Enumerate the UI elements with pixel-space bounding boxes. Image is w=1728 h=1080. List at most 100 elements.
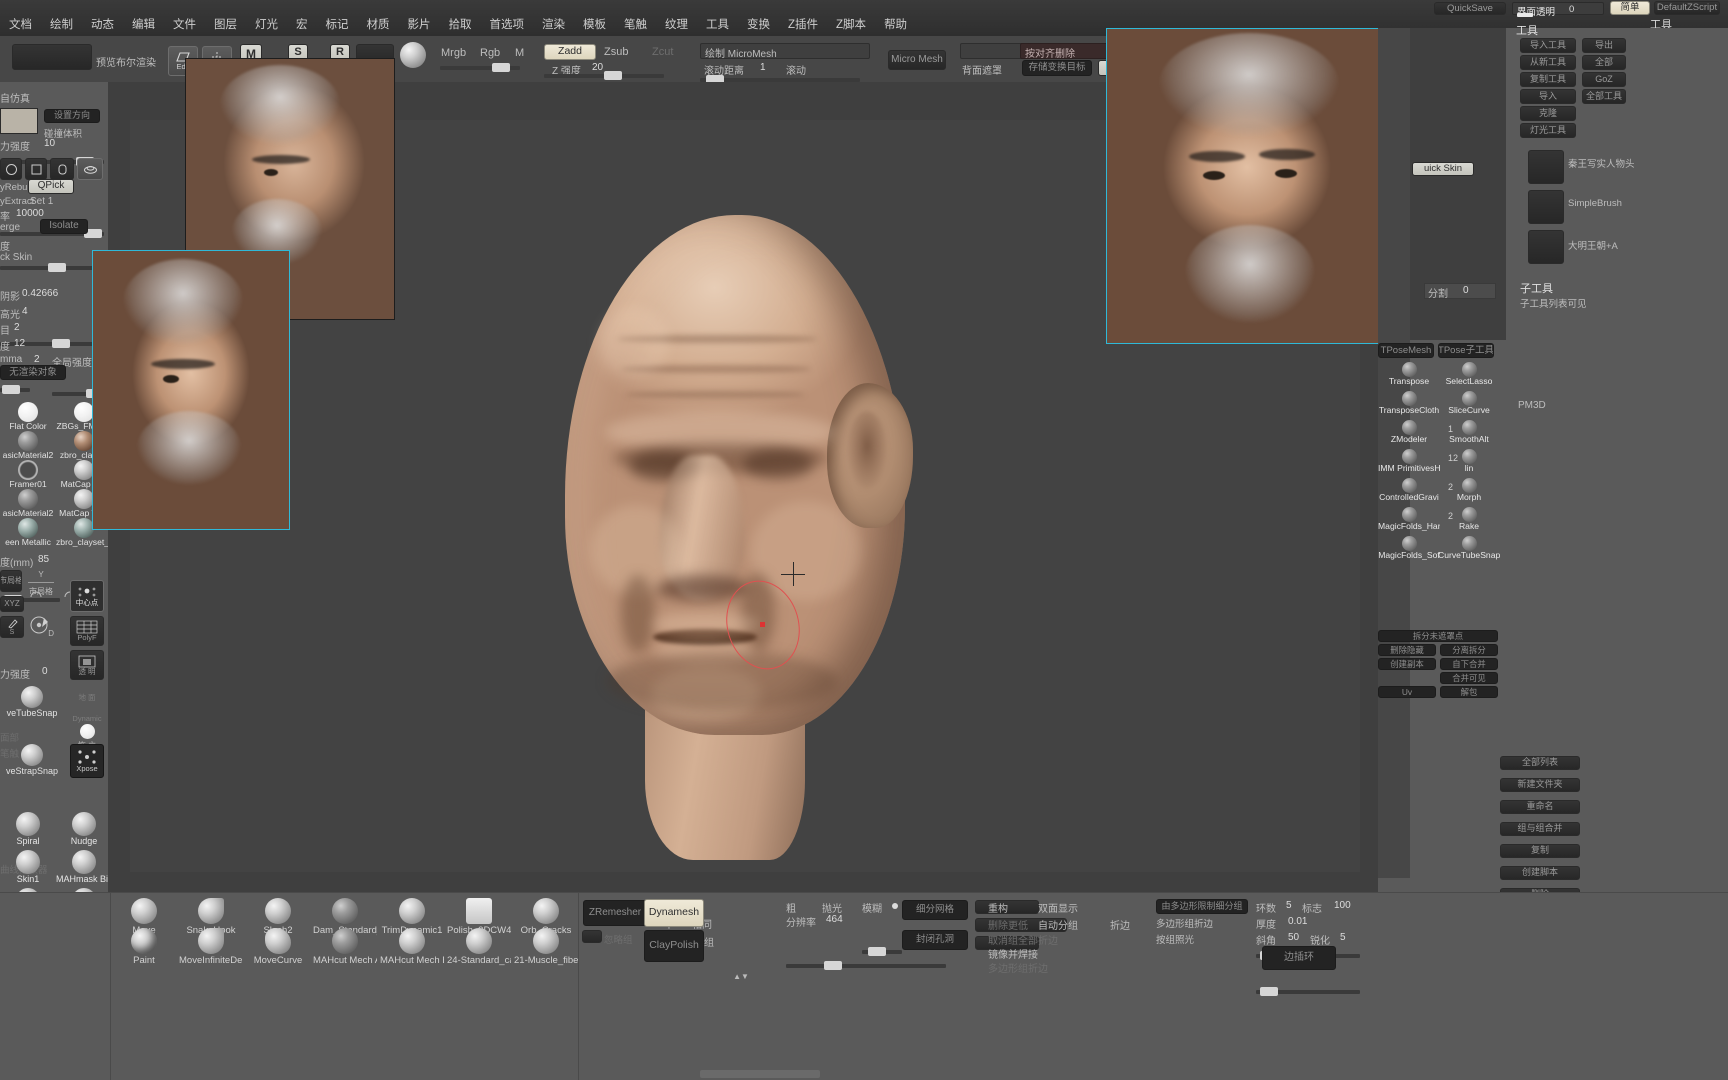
material-item[interactable]: asicMaterial2 [0, 489, 56, 518]
isolate-button[interactable]: Isolate [40, 219, 88, 234]
tool-action2-all_tool[interactable]: 全部工具 [1582, 89, 1626, 104]
layer-new_layer[interactable]: 新建文件夹 [1500, 778, 1580, 792]
brush-palette-item[interactable]: 24-Standard_ca [447, 928, 511, 966]
tool-button-column[interactable]: 导入工具 从新工具 复制工具 导入 克隆 灯光工具 [1520, 38, 1580, 158]
menu-item-20[interactable]: Z脚本 [827, 14, 875, 34]
zcut-button[interactable]: Zcut [652, 46, 673, 58]
geometry-split_unmasked[interactable]: 拆分未遮罩点 [1378, 630, 1498, 642]
brush-palette-row-2[interactable]: Paint MoveInfiniteDep MoveCurve MAHcut Mech… [112, 928, 592, 972]
menu-item-15[interactable]: 笔触 [615, 14, 656, 34]
brush-palette-item[interactable]: MAHcut Mech A [313, 928, 377, 966]
z-intensity-slider[interactable] [544, 71, 664, 80]
tool-button-column-2[interactable]: 导出 全部 GoZ 全部工具 [1582, 38, 1642, 158]
rotate-y-icon[interactable] [28, 588, 44, 604]
ui-opacity-slider[interactable]: 界面透明 0 [1512, 2, 1604, 18]
poly-limit-sub[interactable]: 多边形组折边 [1156, 916, 1213, 930]
geometry-merge_visible[interactable]: 合并可见 [1440, 672, 1498, 684]
from-poly-limit-button[interactable]: 由多边形限制细分组 [1156, 899, 1248, 914]
gamma-slider[interactable] [0, 385, 30, 394]
disc-shape-button[interactable] [77, 158, 103, 180]
sculpt-head-model[interactable] [555, 215, 955, 860]
reference-image-right[interactable] [1106, 28, 1388, 344]
ignore-group-label[interactable]: 忽略组 [604, 932, 633, 946]
plugin-item[interactable]: CurveTubeSnap [1438, 536, 1500, 560]
zsub-button[interactable]: Zsub [604, 46, 628, 58]
edge-loop-button[interactable]: 边插环 [1262, 946, 1336, 970]
tool-action2-all[interactable]: 全部 [1582, 55, 1626, 70]
tool-action-dup[interactable]: 复制工具 [1520, 72, 1576, 87]
tpose-mesh-button[interactable]: TPoseMesh [1378, 343, 1434, 358]
xyz-button[interactable]: XYZ [0, 596, 24, 612]
menu-item-1[interactable]: 绘制 [41, 14, 82, 34]
tool-action-import2[interactable]: 导入 [1520, 89, 1576, 104]
menu-item-4[interactable]: 文件 [164, 14, 205, 34]
brush-item[interactable]: Skin1 [0, 850, 56, 884]
intensity2-slider[interactable] [0, 263, 104, 272]
menu-item-13[interactable]: 渲染 [533, 14, 574, 34]
brush-palette-item[interactable]: 21-Muscle_fiber [514, 928, 578, 966]
blur-toggle-dot[interactable] [892, 903, 898, 909]
plugin-item[interactable]: MagicFolds_Har [1378, 507, 1440, 531]
reset-direction-button[interactable]: 设置方向 [44, 109, 100, 123]
geometry-del_hidden[interactable]: 删除隐藏 [1378, 644, 1436, 656]
store-target-button[interactable]: 存储变换目标 [1022, 60, 1092, 76]
micromesh-button[interactable]: Micro Mesh [888, 50, 946, 70]
menu-item-12[interactable]: 首选项 [481, 14, 534, 34]
floor-button[interactable]: 地 面 [70, 684, 104, 712]
auto-group-label[interactable]: 自动分组 [1038, 917, 1078, 932]
brush-palette-item[interactable]: MoveInfiniteDep [179, 928, 243, 966]
simple-mode-button[interactable]: 简单 [1610, 1, 1650, 15]
smooth-subdiv-label[interactable]: 取消组全部折边 [988, 932, 1058, 947]
persp-button[interactable]: 市局格 [0, 570, 22, 592]
geometry-merge_down[interactable]: 自下合并 [1440, 658, 1498, 670]
horizontal-scrollbar[interactable] [700, 1070, 820, 1078]
rgb-button[interactable]: Rgb [480, 47, 500, 59]
brush-item[interactable]: Spiral [0, 812, 56, 846]
plugin-brush-grid-2[interactable]: SelectLasso SliceCurve SmoothAlt lin Morph Ra… [1438, 362, 1558, 572]
menu-item-16[interactable]: 纹理 [656, 14, 697, 34]
m-button[interactable]: M [515, 47, 524, 59]
reference-image-left[interactable] [92, 250, 290, 530]
micromesh-draw-field[interactable]: 绘制 MicroMesh [700, 43, 870, 60]
zadd-button[interactable]: Zadd [544, 44, 596, 60]
polyf-button[interactable]: PolyF [70, 616, 104, 646]
plugin-item[interactable]: Transpose [1378, 362, 1440, 386]
coarse-label[interactable]: 粗 [786, 900, 796, 915]
menu-item-18[interactable]: 变换 [738, 14, 779, 34]
brush-palette-item[interactable]: Paint [112, 928, 176, 966]
mrgb-button[interactable]: Mrgb [441, 47, 466, 59]
menu-item-9[interactable]: 材质 [358, 14, 399, 34]
tpose-subtool-button[interactable]: TPose子工具 [1438, 343, 1494, 358]
rgb-intensity-slider[interactable] [440, 63, 520, 72]
zscript-button[interactable]: DefaultZScript [1654, 1, 1720, 15]
menu-item-8[interactable]: 标记 [317, 14, 358, 34]
material-item[interactable]: Flat Color [0, 402, 56, 431]
dual-display-label[interactable]: 双面显示 [1038, 900, 1078, 915]
dynamesh-button[interactable]: Dynamesh [644, 899, 704, 927]
menu-item-21[interactable]: 帮助 [875, 14, 916, 34]
quicksave-button[interactable]: QuickSave [1434, 2, 1506, 15]
geometry-split_hidden[interactable]: 分离拆分 [1440, 644, 1498, 656]
sphere-shape-button[interactable] [0, 158, 22, 180]
preview-boolean-button[interactable] [12, 44, 92, 70]
menu-item-14[interactable]: 模板 [574, 14, 615, 34]
geometry-block[interactable]: 拆分未遮罩点 删除隐藏 分离拆分 创建副本 自下合并 合并可见 Uv 解包 [1378, 630, 1498, 708]
tool-action-clone[interactable]: 克隆 [1520, 106, 1576, 121]
plugin-item[interactable]: MagicFolds_Sof [1378, 536, 1440, 560]
menu-item-19[interactable]: Z插件 [779, 14, 827, 34]
menu-item-0[interactable]: 文档 [0, 14, 41, 34]
render-target-button[interactable]: 无渲染对象 [0, 365, 66, 380]
plugin-item[interactable]: IMM PrimitivesH [1378, 449, 1440, 473]
tool-action2-export[interactable]: 导出 [1582, 38, 1626, 53]
merge-label[interactable]: erge [0, 222, 20, 233]
layer-create_script[interactable]: 创建脚本 [1500, 866, 1580, 880]
stroke-item[interactable]: veTubeSnap [0, 686, 64, 718]
menu-item-5[interactable]: 图层 [205, 14, 246, 34]
tool-thumb-3[interactable] [1528, 230, 1564, 264]
brush-item[interactable]: MAHmask Bias [56, 850, 112, 884]
quick-skin-right-button[interactable]: uick Skin [1412, 162, 1474, 176]
quick-skin-label[interactable]: ck Skin [0, 252, 32, 263]
geometry-uv[interactable]: Uv [1378, 686, 1436, 698]
resolution-slider[interactable] [786, 961, 946, 970]
tool-thumb-2[interactable] [1528, 190, 1564, 224]
